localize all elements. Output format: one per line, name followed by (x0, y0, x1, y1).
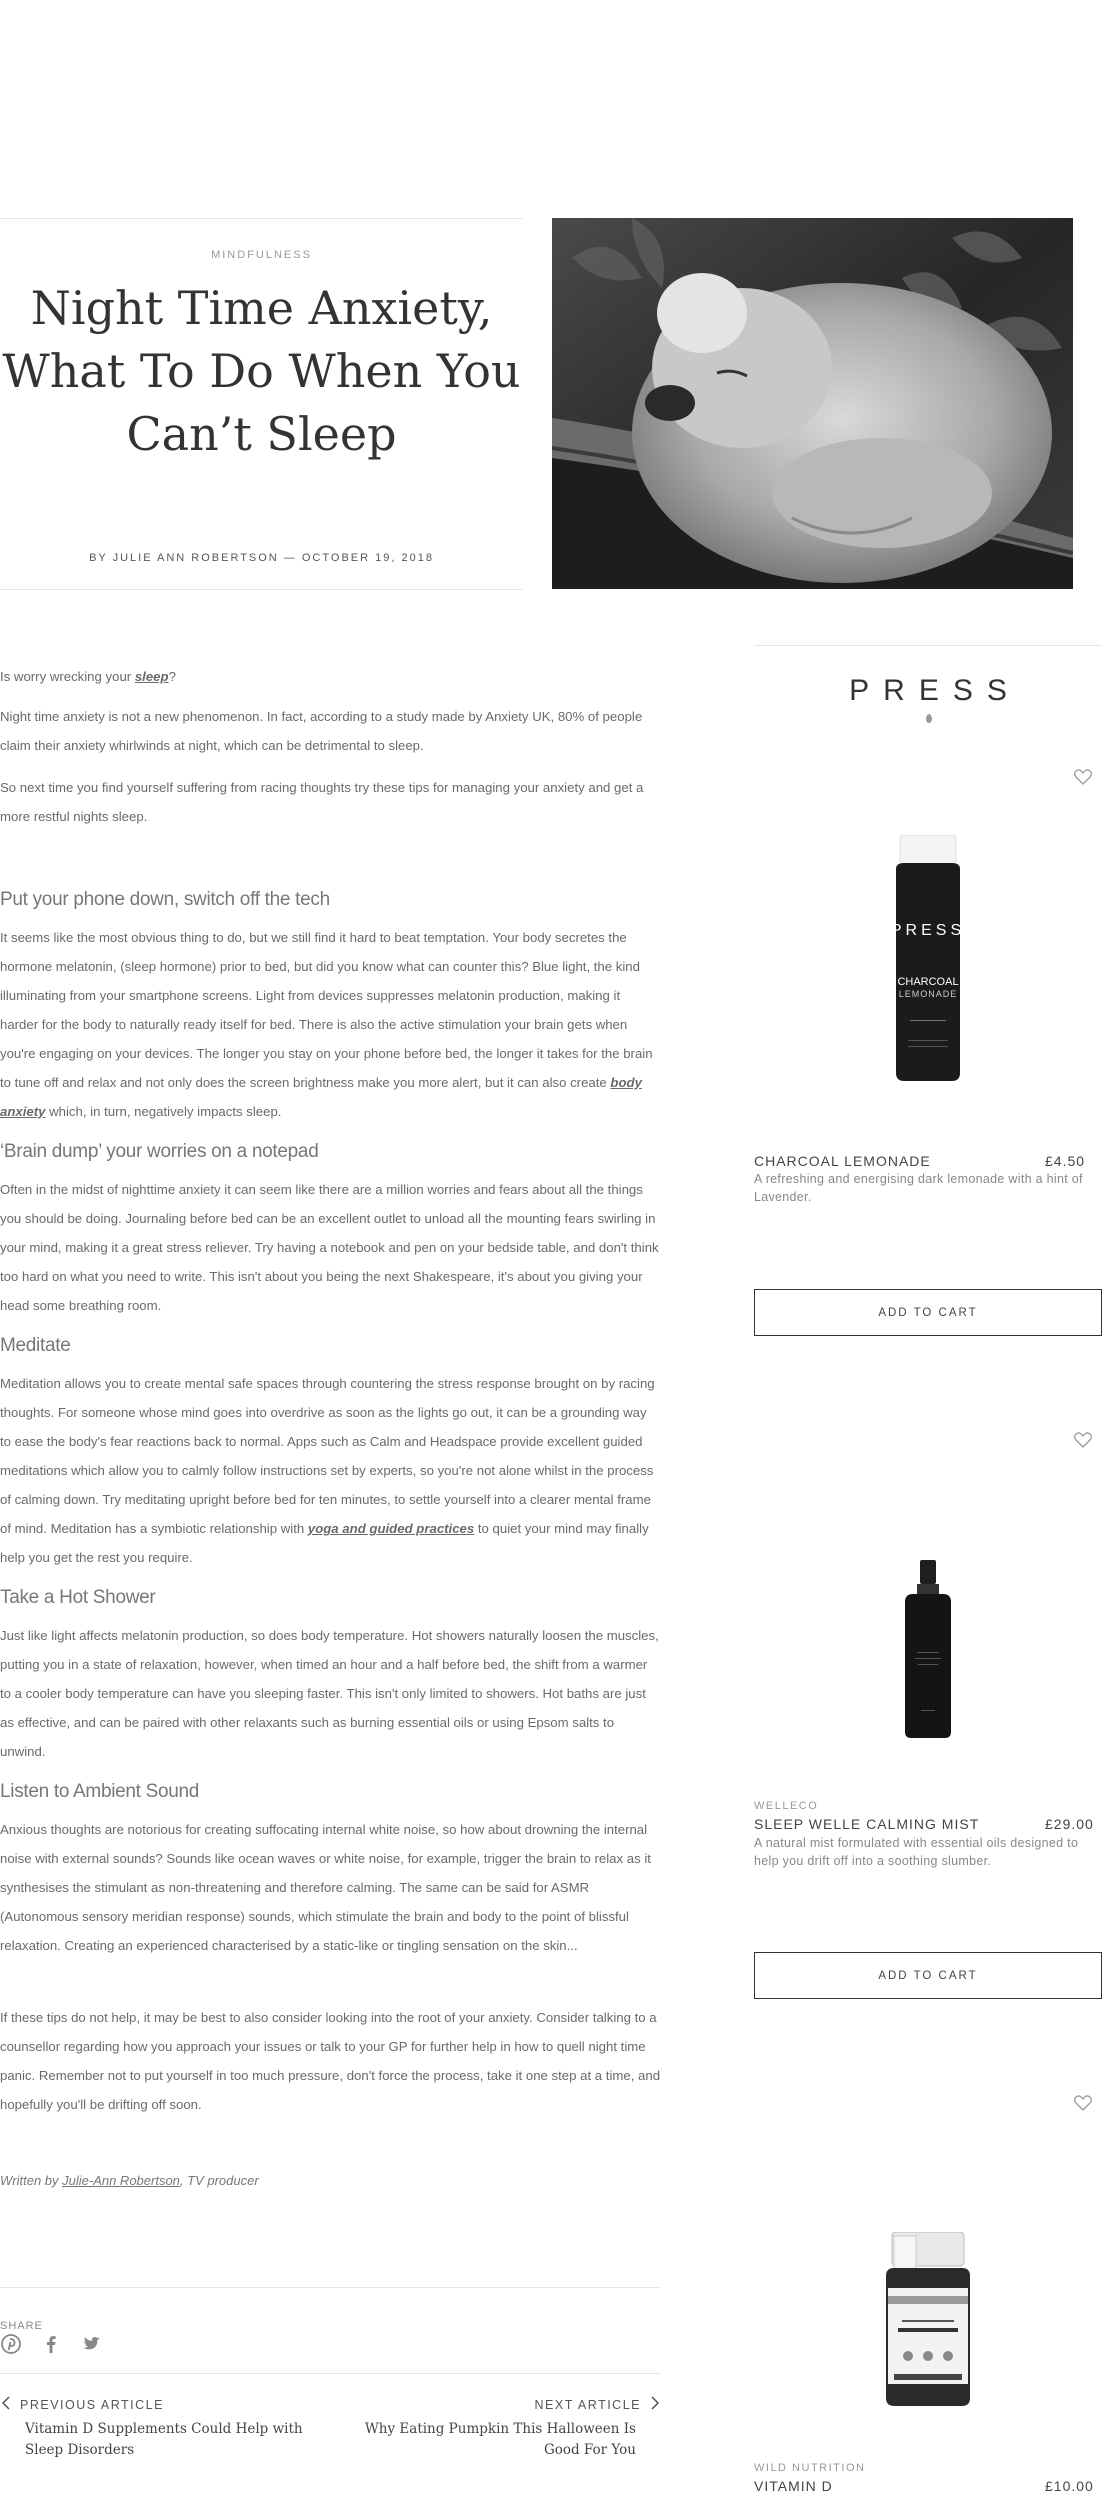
paragraph-text: Meditation allows you to create mental s… (0, 1376, 655, 1536)
article-paragraph: Night time anxiety is not a new phenomen… (0, 709, 643, 753)
product-brand: WILD NUTRITION (754, 2462, 866, 2474)
section-heading: Listen to Ambient Sound (0, 1781, 200, 1802)
press-logo[interactable]: PRESS (754, 674, 1102, 708)
product-name[interactable]: VITAMIN D (754, 2478, 833, 2494)
bottle-logo: PRESS (891, 922, 965, 939)
next-article-label-row: NEXT ARTICLE (341, 2396, 661, 2413)
twitter-icon[interactable] (80, 2333, 102, 2355)
article-closing: If these tips do not help, it may be bes… (0, 2010, 661, 2112)
article-paragraph: Anxious thoughts are notorious for creat… (0, 1822, 651, 1953)
share-label: SHARE (0, 2320, 43, 2332)
bottle-sub: LEMONADE (899, 989, 958, 999)
author-link[interactable]: Julie-Ann Robertson (62, 2173, 180, 2188)
product-image-charcoal-lemonade[interactable]: PRESS CHARCOAL LEMONADE (754, 835, 1102, 1085)
chevron-right-icon (649, 2396, 661, 2413)
section-heading: Put your phone down, switch off the tech (0, 889, 330, 910)
hero-bottom-rule (0, 589, 523, 590)
credit-prefix: Written by (0, 2173, 63, 2188)
sidebar-shop: PRESS (754, 645, 1102, 708)
previous-article-label: PREVIOUS ARTICLE (20, 2397, 164, 2412)
wishlist-heart-icon[interactable] (1073, 1430, 1093, 1450)
article-paragraph: Often in the midst of nighttime anxiety … (0, 1182, 659, 1313)
article-paragraph: It seems like the most obvious thing to … (0, 923, 661, 1126)
add-to-cart-button[interactable]: ADD TO CART (754, 1289, 1102, 1336)
page-title: Night Time Anxiety, What To Do When You … (2, 281, 521, 461)
previous-article-link[interactable]: PREVIOUS ARTICLE Vitamin D Supplements C… (0, 2396, 310, 2461)
paragraph-text: which, in turn, negatively impacts sleep… (45, 1104, 282, 1119)
hero-image (552, 218, 1073, 589)
bottle-name: CHARCOAL (897, 976, 958, 988)
previous-article-label-row: PREVIOUS ARTICLE (0, 2396, 310, 2413)
previous-article-title[interactable]: Vitamin D Supplements Could Help with Sl… (0, 2419, 310, 2461)
article-body: Is worry wrecking your sleep? Night time… (0, 662, 661, 2188)
yoga-link[interactable]: yoga and guided practices (308, 1521, 474, 1536)
wishlist-heart-icon[interactable] (1073, 767, 1093, 787)
section-heading: Take a Hot Shower (0, 1587, 156, 1608)
koala-photo (552, 218, 1073, 589)
article-byline: BY JULIE ANN ROBERTSON — OCTOBER 19, 201… (89, 552, 434, 564)
product-name[interactable]: SLEEP WELLE CALMING MIST (754, 1816, 979, 1832)
sidebar-top-rule (754, 645, 1102, 646)
next-article-title[interactable]: Why Eating Pumpkin This Halloween Is Goo… (341, 2419, 661, 2461)
product-brand: WELLECO (754, 1800, 819, 1812)
share-top-rule (0, 2287, 661, 2288)
wishlist-heart-icon[interactable] (1073, 2093, 1093, 2113)
paragraph-text: It seems like the most obvious thing to … (0, 930, 653, 1090)
author-credit: Written by Julie-Ann Robertson, TV produ… (0, 2173, 661, 2188)
share-icons (0, 2333, 102, 2355)
next-article-link[interactable]: NEXT ARTICLE Why Eating Pumpkin This Hal… (341, 2396, 661, 2461)
press-logo-drop-icon (926, 714, 932, 723)
intro-suffix: ? (168, 669, 176, 684)
next-article-label: NEXT ARTICLE (534, 2397, 641, 2412)
article-paragraph: So next time you find yourself suffering… (0, 780, 644, 824)
article-category[interactable]: MINDFULNESS (0, 249, 523, 261)
product-image-calming-mist[interactable] (754, 1560, 1102, 1740)
chevron-left-icon (0, 2396, 12, 2413)
product-price: £29.00 (1045, 1816, 1094, 1832)
intro-text: Is worry wrecking your (0, 669, 135, 684)
sleep-link[interactable]: sleep (135, 669, 169, 684)
add-to-cart-button[interactable]: ADD TO CART (754, 1952, 1102, 1999)
share-bottom-rule (0, 2373, 661, 2374)
hero-top-rule (0, 218, 523, 219)
pinterest-icon[interactable] (0, 2333, 22, 2355)
product-price: £4.50 (1045, 1153, 1086, 1169)
credit-suffix: , TV producer (179, 2173, 259, 2188)
product-description: A natural mist formulated with essential… (754, 1836, 1079, 1868)
product-name[interactable]: CHARCOAL LEMONADE (754, 1153, 931, 1169)
product-price: £10.00 (1045, 2478, 1094, 2494)
facebook-icon[interactable] (40, 2333, 62, 2355)
product-image-vitamin-d[interactable] (754, 2232, 1102, 2408)
article-paragraph: Just like light affects melatonin produc… (0, 1628, 659, 1759)
article-paragraph: Meditation allows you to create mental s… (0, 1369, 661, 1572)
product-description: A refreshing and energising dark lemonad… (754, 1172, 1083, 1204)
section-heading: Meditate (0, 1335, 71, 1356)
section-heading: ‘Brain dump’ your worries on a notepad (0, 1141, 319, 1162)
article-intro: Is worry wrecking your sleep? (0, 662, 661, 691)
